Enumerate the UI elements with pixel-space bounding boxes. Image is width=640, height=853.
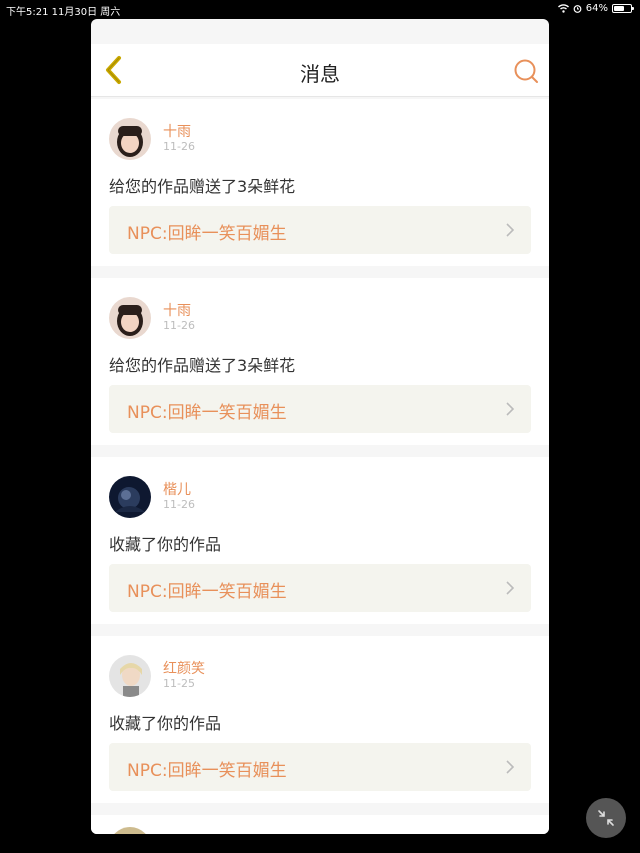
message-date: 11-26 [163,319,195,332]
chevron-right-icon [506,760,515,774]
work-title: NPC:回眸一笑百媚生 [127,761,287,781]
battery-percent: 64% [585,3,608,14]
avatar[interactable] [109,827,151,834]
page-title: 消息 [300,62,340,86]
chevron-right-icon [506,581,515,595]
status-right: 64% [557,3,634,14]
status-bar: 下午5:21 11月30日 周六 64% [0,0,640,18]
status-time-date: 下午5:21 11月30日 周六 [6,7,121,18]
message-text: 给您的作品赠送了3朵鲜花 [109,356,296,375]
message-text: 收藏了你的作品 [109,535,222,554]
message-text: 收藏了你的作品 [109,714,222,733]
collapse-arrows-icon [598,810,614,826]
wifi-icon [557,4,569,13]
message-list: 十雨 11-26 给您的作品赠送了3朵鲜花 NPC:回眸一笑百媚生 十雨 11-… [91,99,549,834]
avatar[interactable] [109,297,151,339]
work-link[interactable]: NPC:回眸一笑百媚生 [109,743,531,791]
user-name[interactable]: 楷儿 [163,479,191,499]
avatar[interactable] [109,118,151,160]
alarm-icon [573,5,582,13]
message-card: 十雨 11-26 给您的作品赠送了3朵鲜花 NPC:回眸一笑百媚生 [91,99,549,266]
message-date: 11-25 [163,677,195,690]
user-name[interactable]: 十雨 [163,300,191,320]
app-window: 消息 十雨 11-26 给您的作品赠送了3朵鲜花 NPC:回眸一笑百媚生 十雨 … [91,19,549,834]
minimize-button[interactable] [586,798,626,838]
user-name[interactable]: 十雨 [163,121,191,141]
message-text: 给您的作品赠送了3朵鲜花 [109,177,296,196]
work-title: NPC:回眸一笑百媚生 [127,224,287,244]
nav-header: 消息 [91,44,549,97]
work-link[interactable]: NPC:回眸一笑百媚生 [109,206,531,254]
search-icon[interactable] [513,58,539,84]
avatar[interactable] [109,476,151,518]
message-card: 十雨 11-26 给您的作品赠送了3朵鲜花 NPC:回眸一笑百媚生 [91,278,549,445]
battery-icon [612,4,634,13]
message-card-partial [91,815,549,834]
user-name[interactable]: 红颜笑 [163,658,205,678]
work-link[interactable]: NPC:回眸一笑百媚生 [109,564,531,612]
message-card: 楷儿 11-26 收藏了你的作品 NPC:回眸一笑百媚生 [91,457,549,624]
chevron-right-icon [506,223,515,237]
message-date: 11-26 [163,140,195,153]
message-date: 11-26 [163,498,195,511]
message-card: 红颜笑 11-25 收藏了你的作品 NPC:回眸一笑百媚生 [91,636,549,803]
avatar[interactable] [109,655,151,697]
work-title: NPC:回眸一笑百媚生 [127,582,287,602]
work-link[interactable]: NPC:回眸一笑百媚生 [109,385,531,433]
chevron-right-icon [506,402,515,416]
work-title: NPC:回眸一笑百媚生 [127,403,287,423]
